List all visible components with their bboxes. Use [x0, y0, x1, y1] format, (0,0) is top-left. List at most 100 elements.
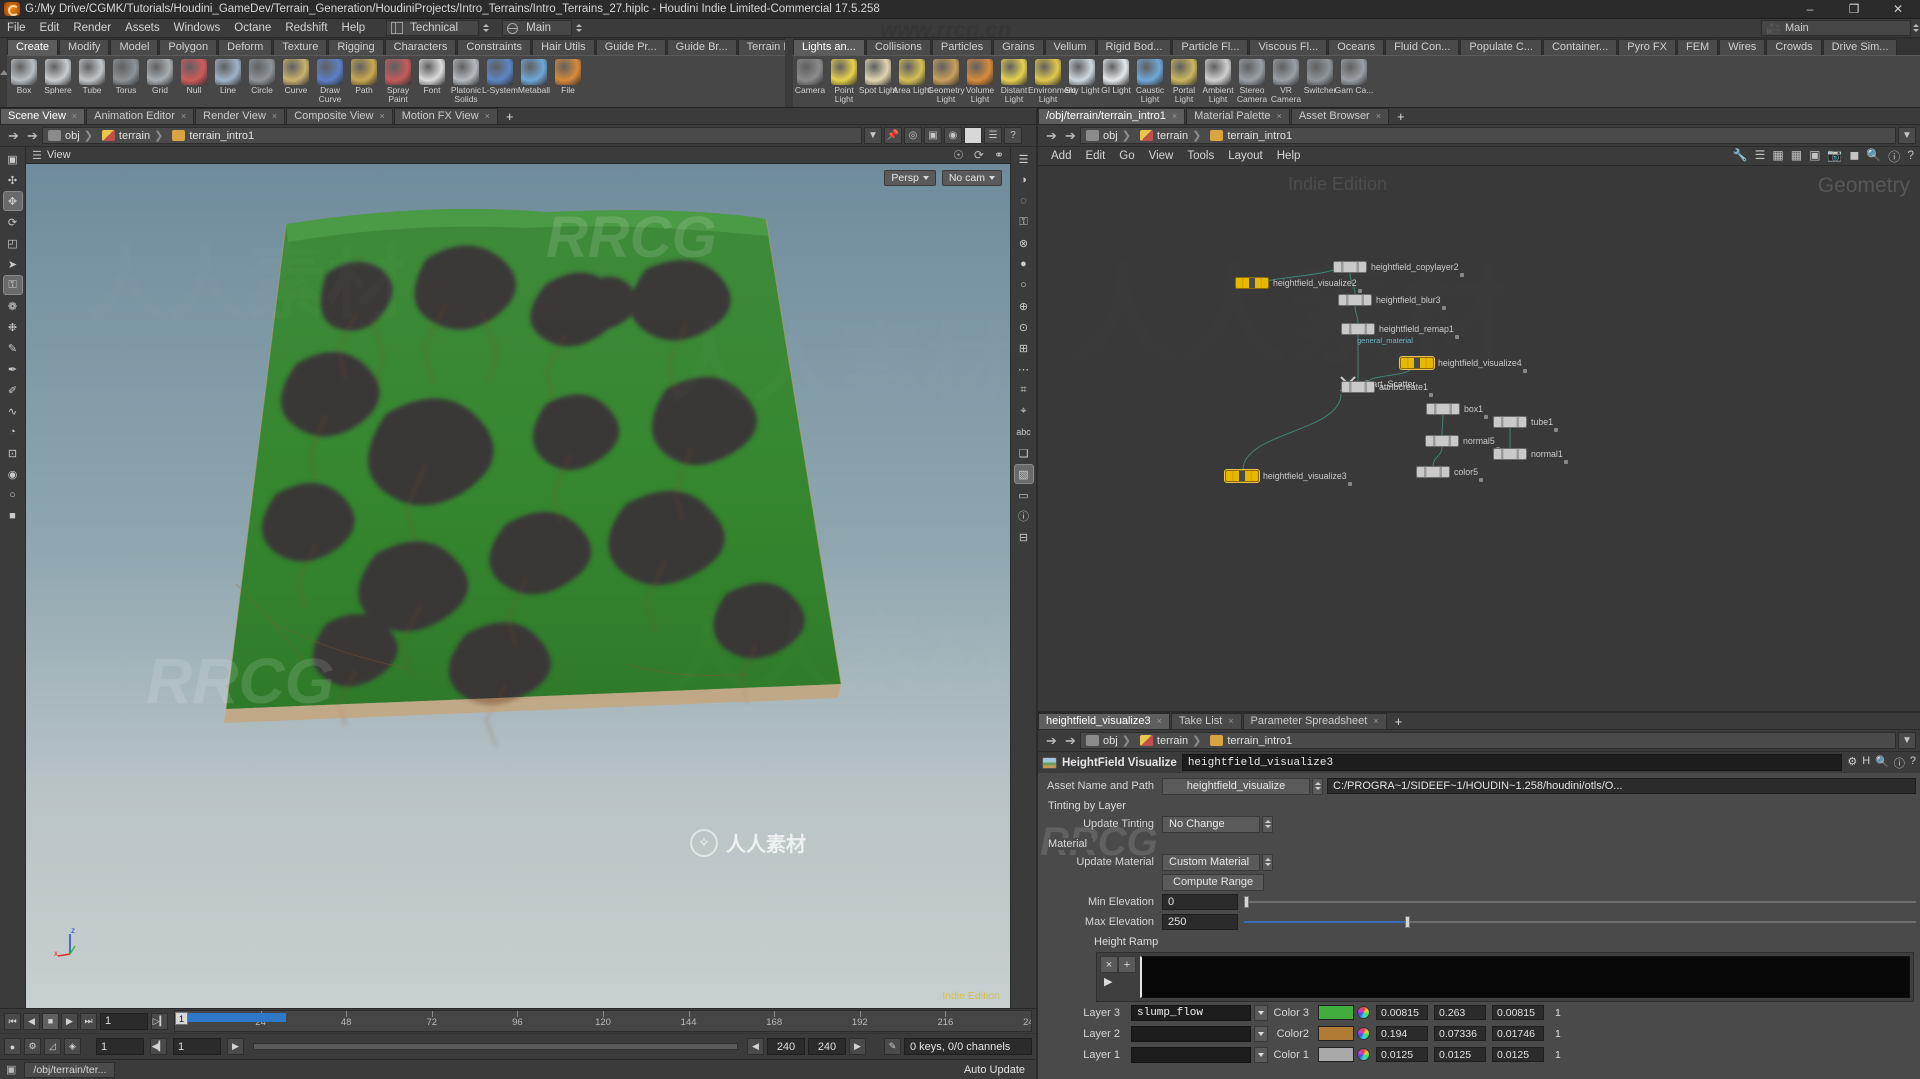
network-editor-graph[interactable]: Geometry Indie Edition 人人素材 Start_Scatte… — [1038, 166, 1920, 711]
asset-path-field[interactable]: C:/PROGRA~1/SIDEEF~1/HOUDIN~1.258/houdin… — [1327, 778, 1916, 794]
param-nav-back-icon[interactable]: ➔ — [1042, 733, 1061, 749]
shelf-grip[interactable] — [0, 38, 7, 107]
text-icon[interactable]: abc — [1014, 422, 1034, 442]
node-flag[interactable] — [1347, 482, 1352, 486]
shelf-left-tab-deform[interactable]: Deform — [218, 39, 273, 55]
menu-redshift[interactable]: Redshift — [278, 19, 334, 38]
color-wheel-icon[interactable] — [1357, 1006, 1370, 1019]
tool-volume-light[interactable]: Volume Light — [963, 59, 997, 104]
asset-name-spinner[interactable] — [1312, 777, 1323, 795]
move-icon[interactable]: ✥ — [2, 191, 23, 211]
pane-layout-selector[interactable]: Main — [502, 20, 573, 36]
view-menu-icon[interactable]: ☰ — [32, 149, 42, 162]
tool-spray-paint[interactable]: Spray Paint — [381, 59, 415, 104]
shelf-right-tab-rigid-bod[interactable]: Rigid Bod... — [1096, 39, 1172, 55]
close-icon[interactable]: × — [1172, 109, 1177, 124]
shelf-right-tab-particle-fl[interactable]: Particle Fl... — [1172, 39, 1249, 55]
tool-line[interactable]: Line — [211, 59, 245, 95]
color-component-3[interactable]: 0.0125 — [1492, 1047, 1544, 1062]
tool-curve[interactable]: Curve — [279, 59, 313, 95]
layer-dropdown-button[interactable] — [1254, 1025, 1268, 1042]
color-component-3[interactable]: 0.01746 — [1492, 1026, 1544, 1041]
add-light-icon[interactable]: ⊕ — [1014, 296, 1034, 316]
layer-name-field[interactable] — [1131, 1046, 1251, 1063]
image-icon[interactable]: ❑ — [1014, 443, 1034, 463]
net-wrench-icon[interactable]: 🔧 — [1733, 148, 1748, 165]
shelf-left-tab-model[interactable]: Model — [110, 39, 159, 55]
update-material-menu[interactable]: Custom Material — [1162, 853, 1260, 871]
color-button[interactable] — [964, 127, 982, 144]
shelf-right-tab-fluid-con[interactable]: Fluid Con... — [1385, 39, 1460, 55]
node-flag[interactable] — [1454, 335, 1459, 339]
shelf-left-tab-constraints[interactable]: Constraints — [457, 39, 532, 55]
node-color5[interactable]: color5 — [1416, 466, 1483, 482]
min-elevation-slider[interactable] — [1244, 896, 1916, 908]
global-end-field[interactable]: 240 — [808, 1038, 846, 1055]
auto-update-label[interactable]: Auto Update — [959, 1062, 1030, 1078]
tool-tube[interactable]: Tube — [75, 59, 109, 95]
shelf-right-tab-wires[interactable]: Wires — [1719, 39, 1766, 55]
info-icon[interactable]: ⓘ — [1014, 506, 1034, 526]
tool-sky-light[interactable]: Sky Light — [1065, 59, 1099, 95]
range-dec-button[interactable]: ◀ — [747, 1038, 764, 1055]
net-breadcrumb-terrain[interactable]: terrain ❯ — [1137, 129, 1207, 142]
tab-scene-view[interactable]: Scene View × — [0, 108, 86, 124]
range-inc-button[interactable]: ▶ — [849, 1038, 866, 1055]
close-icon[interactable]: × — [1157, 714, 1162, 729]
shelf-right-tab-grains[interactable]: Grains — [993, 39, 1044, 55]
shelf-right-tab-vellum[interactable]: Vellum — [1044, 39, 1096, 55]
handle-icon[interactable]: ✣ — [3, 170, 23, 190]
tab-composite-view[interactable]: Composite View × — [286, 108, 393, 124]
shelf-left-tab-hair-utils[interactable]: Hair Utils — [532, 39, 595, 55]
node-flag[interactable] — [1478, 478, 1483, 482]
tool-draw-curve[interactable]: Draw Curve — [313, 59, 347, 104]
color-swatch[interactable] — [1318, 1005, 1354, 1020]
geometry-button[interactable]: ▣ — [924, 127, 942, 144]
breadcrumb-obj[interactable]: obj ❯ — [45, 129, 99, 142]
net-tab-asset-browser[interactable]: Asset Browser × — [1290, 108, 1389, 124]
shelf-right-tab-lights-an[interactable]: Lights an... — [793, 39, 865, 55]
color-component-1[interactable]: 0.0125 — [1376, 1047, 1428, 1062]
node-flag[interactable] — [1441, 306, 1446, 310]
net-menu-layout[interactable]: Layout — [1221, 147, 1270, 166]
paint-icon[interactable]: ✒ — [3, 359, 23, 379]
step-back-button[interactable]: ◀ — [23, 1012, 40, 1030]
node-body[interactable] — [1493, 448, 1568, 464]
param-tab-take-list[interactable]: Take List × — [1170, 713, 1242, 729]
node-flag[interactable] — [1563, 460, 1568, 464]
asset-name-menu[interactable]: heightfield_visualize — [1162, 777, 1310, 795]
shelf-left-tab-modify[interactable]: Modify — [59, 39, 110, 55]
layer-name-field[interactable] — [1131, 1025, 1251, 1042]
net-nav-forward-icon[interactable]: ➔ — [1061, 128, 1080, 144]
jump-end-button[interactable]: ⏭ — [80, 1012, 97, 1030]
tool-l-system[interactable]: L-System — [482, 59, 518, 95]
ramp-add-button[interactable]: + — [1118, 956, 1136, 973]
param-nav-forward-icon[interactable]: ➔ — [1061, 733, 1080, 749]
net-layers-icon[interactable]: ▣ — [1809, 148, 1820, 165]
node-flag[interactable] — [1522, 369, 1527, 373]
light-icon[interactable]: ○ — [3, 485, 23, 505]
soft-icon[interactable]: ◔ — [3, 422, 23, 442]
breadcrumb-terrain[interactable]: terrain ❯ — [99, 129, 169, 142]
color-component-1[interactable]: 0.00815 — [1376, 1005, 1428, 1020]
node-flag[interactable] — [1459, 273, 1464, 277]
shelf-right-tab-viscous-fl[interactable]: Viscous Fl... — [1249, 39, 1328, 55]
net-info-icon[interactable]: ⓘ — [1888, 148, 1900, 165]
key-tool-button[interactable]: ✎ — [884, 1038, 901, 1055]
lock-view-icon[interactable]: ⚿ — [1014, 212, 1034, 232]
node-flag[interactable] — [1357, 289, 1362, 293]
node-flag[interactable] — [1428, 393, 1433, 397]
tool-environment-light[interactable]: Environment Light — [1028, 59, 1076, 104]
tool-stereo-camera[interactable]: Stereo Camera — [1235, 59, 1269, 104]
close-icon[interactable]: × — [272, 109, 277, 124]
tab-render-view[interactable]: Render View × — [195, 108, 286, 124]
tool-gam-ca[interactable]: Gam Ca... — [1335, 59, 1373, 95]
net-menu-add[interactable]: Add — [1044, 147, 1078, 166]
maximize-button[interactable]: ❐ — [1832, 0, 1876, 19]
range-prev-button[interactable]: ◀▎ — [150, 1038, 167, 1055]
timeline-range-bar[interactable] — [175, 1013, 287, 1022]
param-path-dropdown[interactable]: ▼ — [1898, 732, 1916, 749]
target-button[interactable]: ◎ — [904, 127, 922, 144]
menu-render[interactable]: Render — [66, 19, 118, 38]
stop-button[interactable]: ■ — [42, 1012, 59, 1030]
